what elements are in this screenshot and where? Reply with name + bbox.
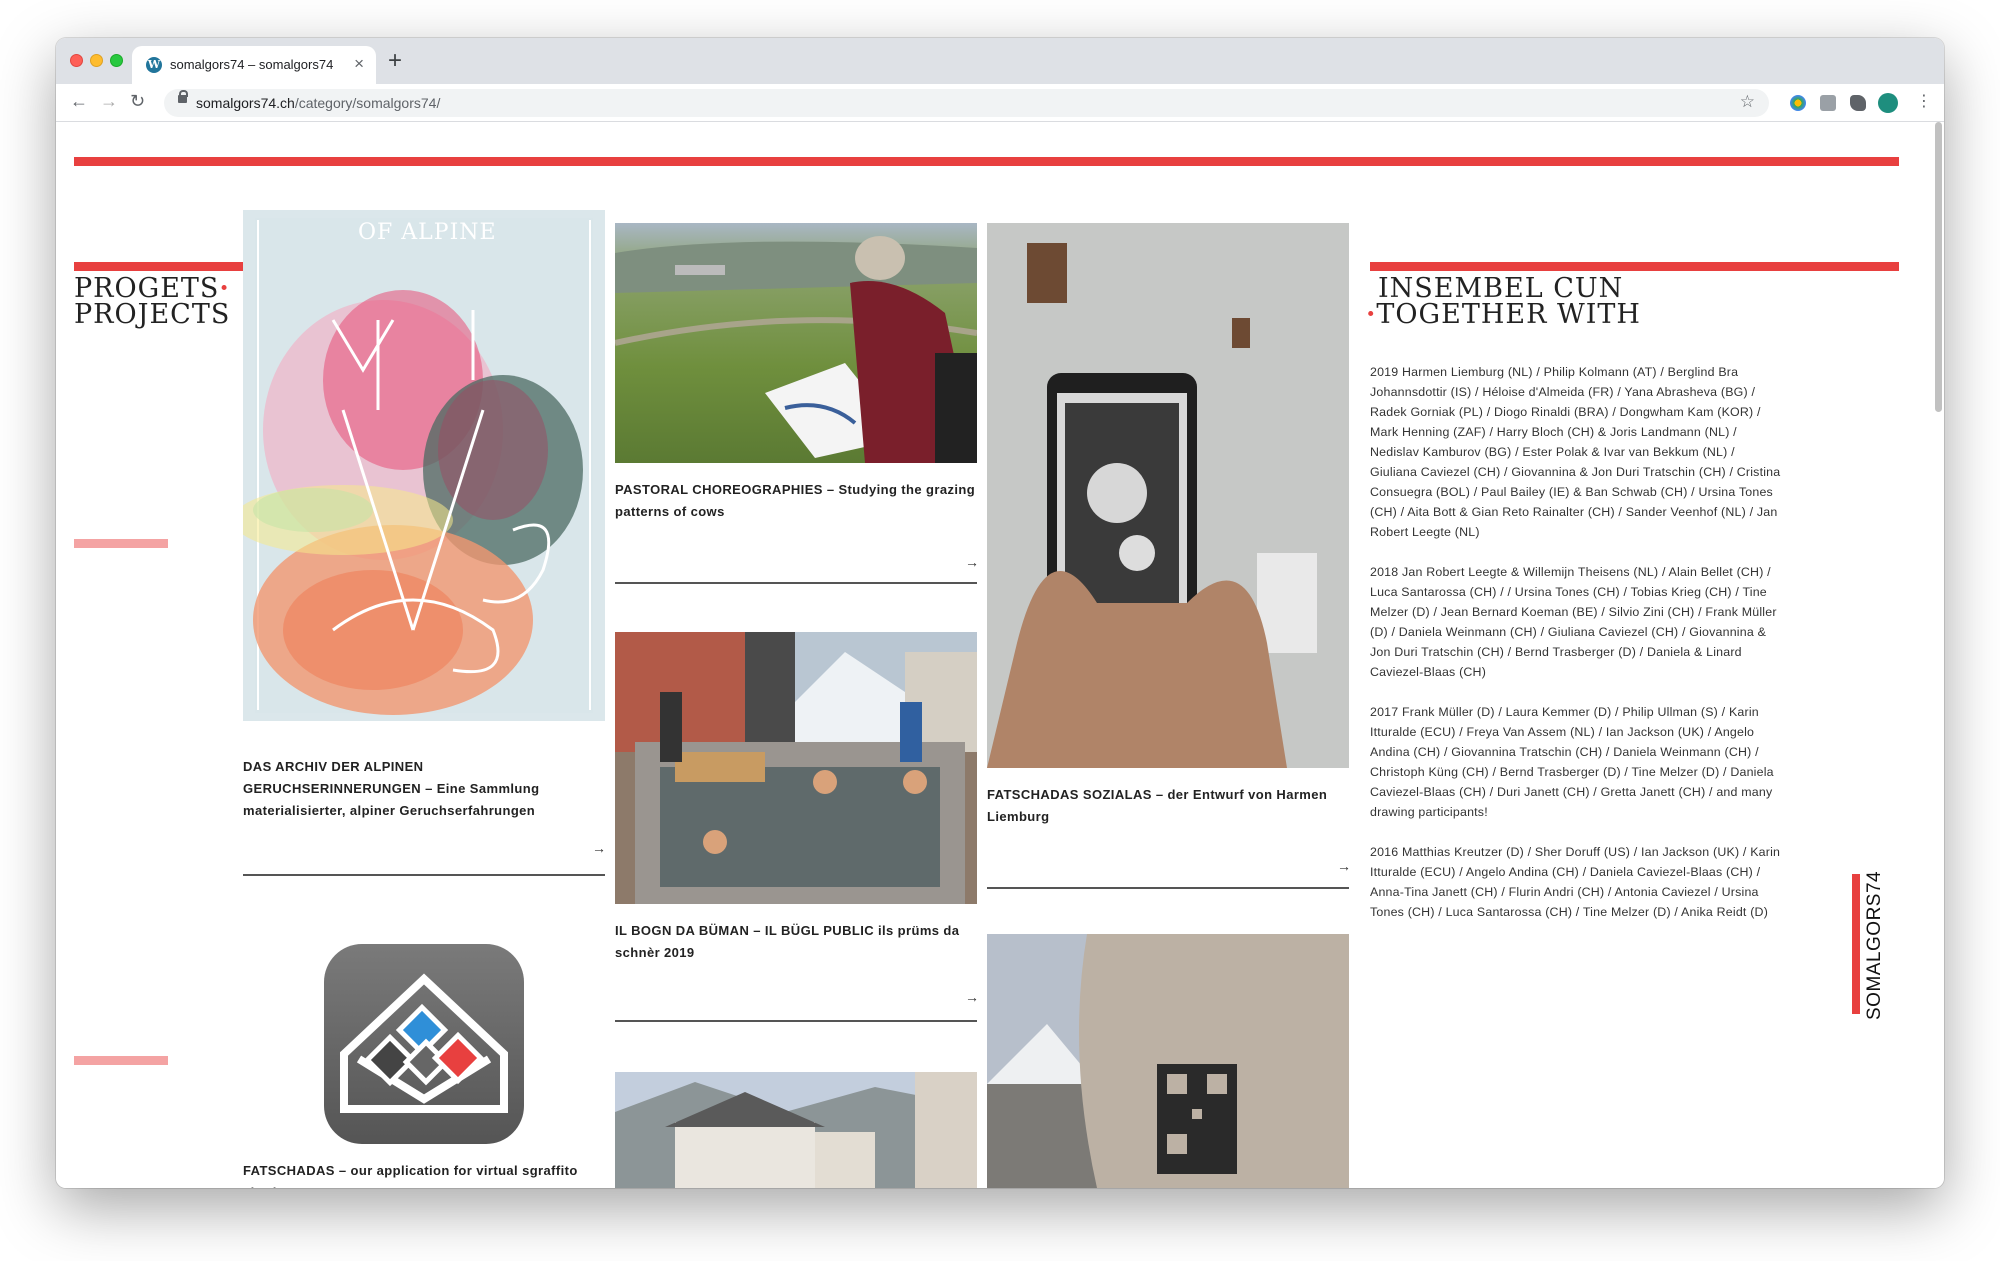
tab-strip: W somalgors74 – somalgors74 × + (56, 38, 1944, 84)
together-heading: INSEMBEL CUN ·TOGETHER WITH (1366, 273, 1641, 330)
brand-accent-bar (1852, 874, 1860, 1014)
qr-wall-image[interactable] (987, 934, 1349, 1188)
project-caption[interactable]: FATSCHADAS SOZIALAS – der Entwurf von Ha… (987, 784, 1349, 828)
tab-title: somalgors74 – somalgors74 (170, 57, 334, 72)
collaborators-2019: 2019 Harmen Liemburg (NL) / Philip Kolma… (1370, 365, 1781, 539)
scrollbar-thumb[interactable] (1935, 122, 1942, 412)
pastoral-choreographies-image[interactable] (615, 223, 977, 463)
divider (615, 1020, 977, 1022)
lock-icon (178, 90, 188, 103)
divider (987, 887, 1349, 889)
project-caption[interactable]: PASTORAL CHOREOGRAPHIES – Studying the g… (615, 479, 977, 523)
arrow-right-icon[interactable]: → (965, 554, 979, 570)
pink-accent-bar (74, 1056, 168, 1065)
puzzle-icon[interactable] (1850, 95, 1866, 111)
translate-extension-icon[interactable] (1820, 95, 1836, 111)
close-window-button[interactable] (70, 54, 83, 67)
menu-icon[interactable]: ⋮ (1916, 91, 1932, 111)
wordpress-icon: W (146, 57, 162, 73)
project-caption[interactable]: FATSCHADAS – our application for virtual… (243, 1160, 605, 1188)
fatschadas-sozialas-image[interactable] (987, 223, 1349, 768)
pink-accent-bar (74, 539, 168, 548)
il-bogn-da-buman-image[interactable] (615, 632, 977, 904)
url-text[interactable]: somalgors74.ch/category/somalgors74/ (196, 95, 440, 111)
photo-artist-drawing (615, 236, 977, 463)
new-tab-button[interactable]: + (388, 47, 402, 75)
photo-qr-on-wall (987, 934, 1349, 1188)
projects-heading: PROGETS· PROJECTS (74, 273, 231, 330)
divider (615, 582, 977, 584)
close-tab-icon[interactable]: × (354, 54, 364, 74)
together-accent-bar (1370, 262, 1899, 271)
back-icon[interactable]: ← (70, 91, 88, 112)
village-houses-image[interactable] (615, 1072, 977, 1188)
collaborators-2017: 2017 Frank Müller (D) / Laura Kemmer (D)… (1370, 705, 1774, 819)
collaborators-list: 2019 Harmen Liemburg (NL) / Philip Kolma… (1370, 362, 1782, 942)
arrow-right-icon[interactable]: → (592, 840, 606, 856)
poster-title-text: OF ALPINE (358, 220, 497, 245)
photo-village (615, 1072, 977, 1188)
address-bar[interactable]: somalgors74.ch/category/somalgors74/ ☆ (164, 89, 1769, 117)
photo-outdoor-bath (615, 632, 977, 904)
web-page: PROGETS· PROJECTS OF ALPINE DAS ARCHIV D… (56, 122, 1944, 1188)
profile-avatar[interactable] (1878, 93, 1898, 113)
collaborators-2016: 2016 Matthias Kreutzer (D) / Sher Doruff… (1370, 845, 1781, 919)
project-caption[interactable]: IL BOGN DA BÜMAN – IL BÜGL PUBLIC ils pr… (615, 920, 977, 964)
screen: W somalgors74 – somalgors74 × + ← → ↻ so… (0, 0, 2000, 1261)
browser-toolbar: ← → ↻ somalgors74.ch/category/somalgors7… (56, 84, 1944, 122)
brand-logo-vertical[interactable]: SOMALGORS74 (1864, 858, 1894, 1020)
browser-tab[interactable]: W somalgors74 – somalgors74 × (132, 46, 376, 84)
bookmark-star-icon[interactable]: ☆ (1740, 92, 1755, 112)
arrow-right-icon[interactable]: → (1337, 858, 1351, 874)
browser-window: W somalgors74 – somalgors74 × + ← → ↻ so… (56, 38, 1944, 1188)
photo-phone-ar (987, 223, 1349, 768)
extension-icon[interactable] (1790, 95, 1806, 111)
poster-artwork (243, 218, 593, 715)
alpine-smell-poster-image[interactable]: OF ALPINE (243, 210, 605, 721)
minimize-window-button[interactable] (90, 54, 103, 67)
maximize-window-button[interactable] (110, 54, 123, 67)
forward-icon[interactable]: → (100, 91, 118, 112)
collaborators-2018: 2018 Jan Robert Leegte & Willemijn Theis… (1370, 565, 1777, 679)
app-logo-graphic (340, 973, 508, 1113)
reload-icon[interactable]: ↻ (130, 91, 145, 112)
top-accent-bar (74, 157, 1899, 166)
fatschadas-app-icon[interactable] (324, 944, 524, 1144)
divider (243, 874, 605, 876)
arrow-right-icon[interactable]: → (965, 989, 979, 1005)
project-caption[interactable]: DAS ARCHIV DER ALPINEN GERUCHSERINNERUNG… (243, 756, 605, 822)
